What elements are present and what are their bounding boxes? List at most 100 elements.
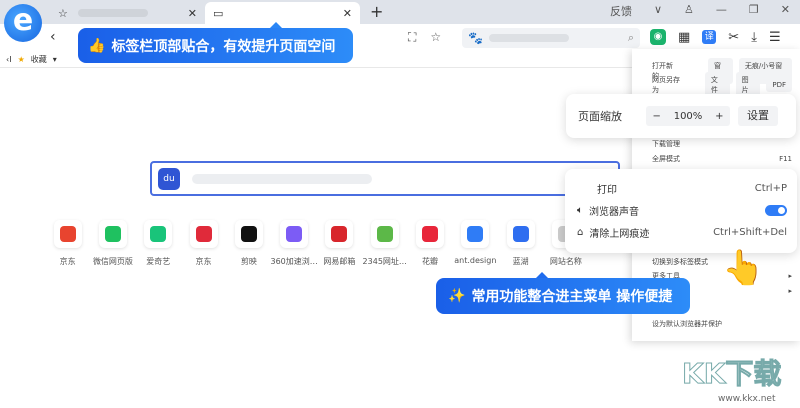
skin-icon[interactable]: ♙ — [684, 3, 694, 19]
tip-text: 常用功能整合进主菜单 操作便捷 — [471, 289, 673, 305]
main-search-box[interactable]: du — [150, 161, 620, 196]
restore-button[interactable]: ❐ — [749, 3, 759, 19]
eye-protect-icon[interactable]: ◉ — [650, 29, 666, 45]
feedback-button[interactable]: 反馈 — [610, 3, 632, 19]
site-shortcut[interactable]: ant.design — [453, 220, 498, 267]
save-pdf-button[interactable]: PDF — [766, 78, 792, 92]
tip-tabbar: 👍 标签栏顶部贴合，有效提升页面空间 — [78, 22, 353, 63]
site-shortcut[interactable]: 网易邮箱 — [317, 220, 362, 267]
speaker-icon: 🔈︎ — [577, 205, 583, 216]
shortcut-label: Ctrl+P — [754, 183, 787, 194]
bookmark-star-icon[interactable]: ☆ — [430, 30, 441, 45]
menu-multi-tab[interactable]: 切换到多标签模式 — [652, 257, 708, 267]
submenu-arrow-icon: ▸ — [788, 272, 792, 280]
close-button[interactable]: ✕ — [781, 3, 790, 19]
site-icon — [144, 220, 172, 248]
site-label: ant.design — [454, 256, 497, 265]
apps-grid-icon[interactable]: ▦ — [678, 30, 690, 45]
site-icon — [190, 220, 218, 248]
thumbs-up-icon: 👍 — [88, 37, 106, 54]
back-button[interactable]: ‹ — [50, 29, 56, 45]
zoom-in-button[interactable]: + — [715, 111, 723, 122]
site-icon — [99, 220, 127, 248]
site-label: 360加速浏… — [270, 257, 318, 266]
site-label: 2345网址… — [362, 257, 407, 266]
tip-text: 标签栏顶部贴合，有效提升页面空间 — [111, 38, 336, 55]
baidu-logo-icon: du — [158, 167, 180, 190]
menu-set-default[interactable]: 设为默认浏览器并保护 — [652, 319, 722, 329]
site-label: 京东 — [59, 257, 76, 266]
clear-history-item[interactable]: ⌂ 清除上网痕迹 Ctrl+Shift+Del — [577, 225, 787, 240]
favorites-button[interactable]: 收藏 — [31, 54, 47, 65]
minimize-button[interactable]: — — [716, 3, 727, 19]
close-tab-icon[interactable]: ✕ — [343, 7, 352, 20]
sound-item: 🔈︎ 浏览器声音 — [577, 203, 787, 218]
menu-fullscreen[interactable]: 全屏模式 — [652, 154, 680, 164]
tab-1[interactable]: ☆ ✕ — [50, 2, 205, 24]
shortcut-label: F11 — [779, 155, 792, 163]
site-label: 微信网页版 — [92, 257, 133, 266]
site-label: 网站名称 — [549, 257, 582, 266]
quick-actions-popup: 打印 Ctrl+P 🔈︎ 浏览器声音 ⌂ 清除上网痕迹 Ctrl+Shift+Del — [565, 169, 797, 253]
site-label: 蓝湖 — [512, 257, 529, 266]
site-shortcuts: 京东 微信网页版 爱奇艺 京东 剪映 360加速浏… 网易邮箱 2345网址… 花瓣 ant.de… — [45, 220, 589, 267]
sparkle-icon: ✨ — [448, 288, 466, 304]
tip-menu: ✨ 常用功能整合进主菜单 操作便捷 — [436, 272, 690, 314]
tab-bar: ☆ ✕ ▭ ✕ + 反馈 ∨ ♙ — ❐ ✕ — [0, 0, 800, 24]
download-icon[interactable]: ⤓ — [751, 30, 757, 45]
site-shortcut[interactable]: 微信网页版 — [90, 220, 135, 267]
search-placeholder — [488, 34, 569, 42]
translate-icon[interactable]: 译 — [702, 30, 717, 44]
tab-2-active[interactable]: ▭ ✕ — [205, 2, 360, 24]
pointing-hand-icon: 👆 — [722, 248, 765, 288]
zoom-out-button[interactable]: − — [652, 111, 660, 122]
site-icon — [461, 220, 489, 248]
print-item[interactable]: 打印 Ctrl+P — [577, 181, 787, 196]
submenu-arrow-icon: ▸ — [788, 287, 792, 295]
clear-box-icon: ⌂ — [577, 227, 584, 238]
site-shortcut[interactable]: 京东 — [181, 220, 226, 267]
site-shortcut[interactable]: 京东 — [45, 220, 90, 267]
zoom-value: 100% — [673, 110, 703, 122]
browser-logo: e — [4, 4, 42, 42]
search-box[interactable]: 🐾 ⌕ — [462, 28, 640, 48]
watermark-url: www.kkx.net — [718, 394, 776, 404]
close-tab-icon[interactable]: ✕ — [188, 7, 197, 20]
site-icon — [280, 220, 308, 248]
menu-icon[interactable]: ☰ — [769, 30, 781, 45]
site-shortcut[interactable]: 花瓣 — [407, 220, 452, 267]
site-shortcut[interactable]: 蓝湖 — [498, 220, 543, 267]
site-label: 花瓣 — [422, 257, 439, 266]
new-tab-button[interactable]: + — [370, 2, 383, 21]
sound-label: 浏览器声音 — [589, 207, 639, 218]
zoom-label: 页面缩放 — [578, 110, 622, 123]
zoom-settings-button[interactable]: 设置 — [738, 106, 778, 126]
sound-toggle[interactable] — [765, 205, 787, 216]
search-placeholder — [192, 173, 372, 184]
dropdown-icon[interactable]: ▾ — [53, 55, 57, 64]
site-shortcut[interactable]: 爱奇艺 — [136, 220, 181, 267]
shortcut-label: Ctrl+Shift+Del — [713, 227, 787, 238]
site-label: 京东 — [195, 257, 212, 266]
search-icon[interactable]: ⌕ — [628, 31, 634, 45]
site-icon — [507, 220, 535, 248]
scissors-icon[interactable]: ✂ — [728, 30, 739, 45]
site-label: 爱奇艺 — [146, 257, 171, 266]
site-shortcut[interactable]: 2345网址… — [362, 220, 407, 267]
tab-title-placeholder — [77, 9, 148, 17]
menu-download[interactable]: 下载管理 — [652, 139, 680, 149]
site-shortcut[interactable]: 360加速浏… — [270, 220, 318, 267]
site-shortcut[interactable]: 剪映 — [226, 220, 271, 267]
site-label: 剪映 — [240, 257, 257, 266]
chevron-down-icon[interactable]: ∨ — [654, 3, 662, 19]
screenshot-icon[interactable]: ⛶ — [408, 30, 416, 45]
site-icon — [54, 220, 82, 248]
star-icon: ☆ — [58, 6, 68, 20]
site-icon — [235, 220, 263, 248]
site-icon — [416, 220, 444, 248]
favorites-star-icon: ★ — [17, 55, 25, 64]
collapse-icon[interactable]: ‹I — [6, 55, 12, 64]
site-icon — [371, 220, 399, 248]
baidu-paw-icon: 🐾 — [468, 31, 483, 45]
zoom-panel: 页面缩放 − 100% + 设置 — [566, 94, 796, 138]
